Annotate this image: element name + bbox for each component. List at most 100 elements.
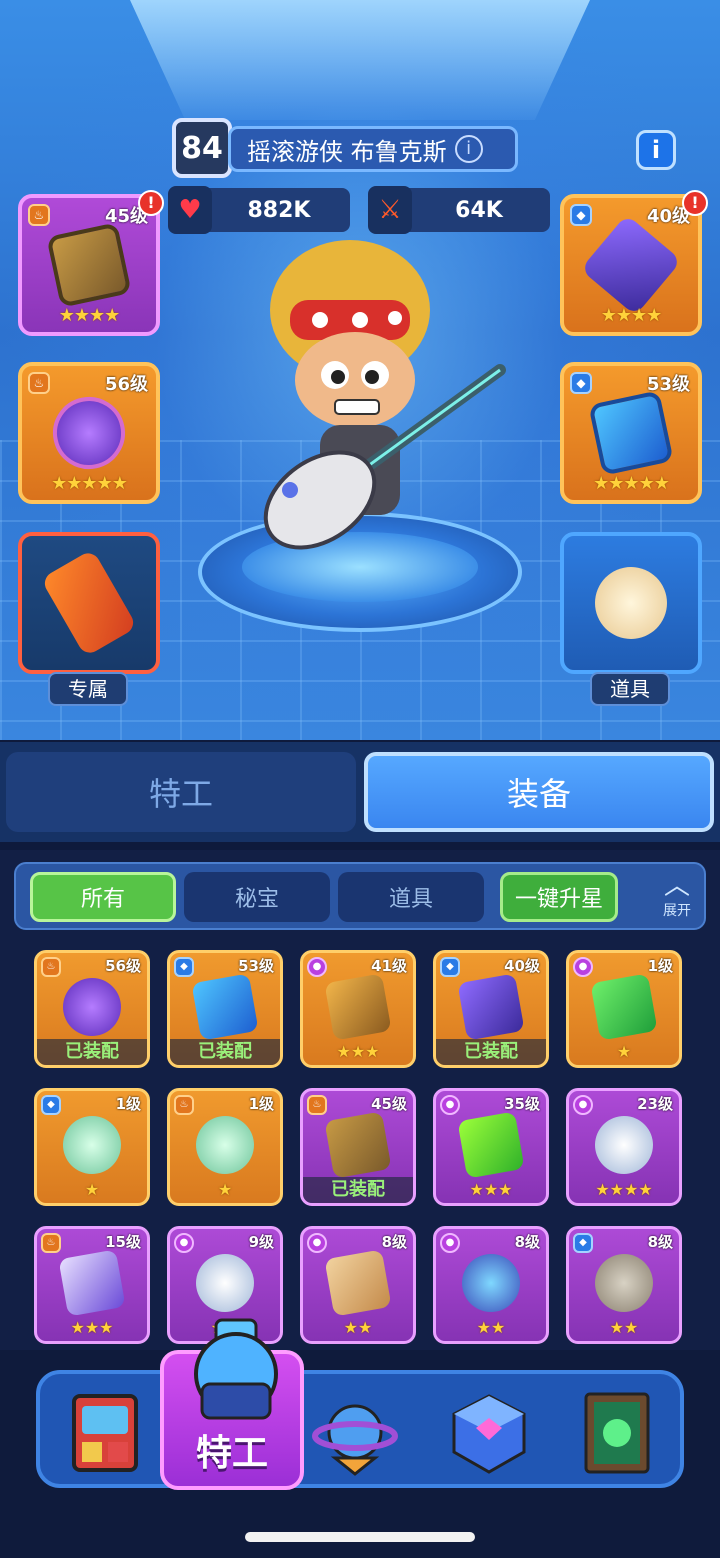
item-art-icon [58,1249,126,1317]
item-level: 56级 [105,957,141,975]
inventory-item[interactable]: ◆ 8级 ★★ [566,1226,682,1344]
inventory-item[interactable]: ● 8级 ★★ [433,1226,549,1344]
main-tabs: 特工 装备 [0,742,720,842]
upgrade-all-button[interactable]: 一键升星 [500,872,618,922]
exclusive-label: 专属 [48,672,128,706]
inventory-item[interactable]: ● 8级 ★★ [300,1226,416,1344]
item-level: 8级 [514,1233,540,1251]
cube-icon [588,390,674,476]
hero-character[interactable] [250,230,510,550]
item-stars: ★★ [476,1318,506,1337]
orb-tag-icon: ● [573,957,593,977]
bell-sack-icon [595,567,667,639]
slot-prop[interactable] [560,532,702,674]
expand-button[interactable]: ︿ 展开 [652,872,702,926]
planet-icon [312,1404,398,1476]
orb-tag-icon: ● [307,957,327,977]
item-stars: ★★ [609,1318,639,1337]
item-stars: ★★★ [469,1180,513,1199]
orb-tag-icon: ● [573,1095,593,1115]
attack-stat: ⚔ 64K [368,186,550,234]
item-art-icon [191,973,259,1041]
equipped-badge: 已装配 [37,1039,147,1065]
flame-tag-icon: ♨ [41,957,61,977]
item-stars: ★★ [343,1318,373,1337]
hero-name-bar[interactable]: 摇滚游侠 布鲁克斯 i [228,126,518,172]
item-level: 45级 [371,1095,407,1113]
nav-planet[interactable] [310,1388,400,1478]
item-art-icon [590,973,658,1041]
slot-cube[interactable]: ◆ 53级 ★★★★★ [560,362,702,504]
flame-tag-icon: ♨ [41,1233,61,1253]
heart-icon: ♥ [168,186,212,234]
flame-tag-icon: ♨ [174,1095,194,1115]
inventory-item[interactable]: ♨ 56级已装配 [34,950,150,1068]
item-art-icon [457,1111,525,1179]
slot-treasure-book[interactable]: ♨ 45级 ★★★★ [18,194,160,336]
item-art-icon [324,1111,392,1179]
item-art-icon [191,1249,259,1317]
slot-orb-ring[interactable]: ♨ 56级 ★★★★★ [18,362,160,504]
alert-badge: ! [682,190,708,216]
flame-tag-icon: ♨ [307,1095,327,1115]
inventory-item[interactable]: ♨ 45级 已装配 [300,1088,416,1206]
filter-all[interactable]: 所有 [30,872,176,922]
info-circle-icon[interactable]: i [454,135,483,163]
item-art-icon [324,1249,392,1317]
item-stars: ★★★ [70,1318,114,1337]
orb-tag-icon: ● [174,1233,194,1253]
item-level: 9级 [248,1233,274,1251]
sword-icon: ⚔ [368,186,412,234]
item-stars: ★ [616,1042,632,1061]
shield-tag-icon: ◆ [440,957,460,977]
hero-name: 摇滚游侠 布鲁克斯 [247,137,447,166]
agent-capsule-icon [194,1318,278,1420]
inventory-item[interactable]: ● 35级 ★★★ [433,1088,549,1206]
slot-crystal[interactable]: ◆ 40级 ★★★★ [560,194,702,336]
arcade-machine-icon [72,1394,138,1472]
inventory-item[interactable]: ● 23级 ★★★★ [566,1088,682,1206]
item-level: 23级 [637,1095,673,1113]
nav-agent-active[interactable]: 特工 [160,1318,304,1490]
item-level: 35级 [504,1095,540,1113]
magic-cube-icon [452,1394,526,1474]
inventory-item[interactable]: ◆ 1级 ★ [34,1088,150,1206]
slot-stars: ★★★★★ [593,473,670,494]
inventory-item[interactable]: ◆ 40级 已装配 [433,950,549,1068]
flame-tag-icon: ♨ [28,372,50,394]
hero-showcase: 84 摇滚游侠 布鲁克斯 i ♥ 882K ⚔ 64K i ♨ 45级 ★★★★… [0,0,720,740]
bottom-nav: 特工 [0,1318,720,1558]
tab-equipment[interactable]: 装备 [364,752,714,832]
item-level: 1级 [248,1095,274,1113]
inventory-item[interactable]: ● 1级 ★ [566,950,682,1068]
crystal-icon [580,214,682,316]
filter-props[interactable]: 道具 [338,872,484,922]
prop-label: 道具 [590,672,670,706]
nav-portal[interactable] [572,1388,662,1478]
inventory-item[interactable]: ♨ 1级 ★ [167,1088,283,1206]
alert-badge: ! [138,190,164,216]
inventory-item[interactable]: ◆ 53级 已装配 [167,950,283,1068]
slot-level: 56级 [104,374,148,395]
slot-exclusive[interactable] [18,532,160,674]
inventory-item[interactable]: ● 41级 ★★★ [300,950,416,1068]
home-indicator[interactable] [245,1532,475,1542]
inventory-item[interactable]: ♨ 15级 ★★★ [34,1226,150,1344]
tab-agent[interactable]: 特工 [6,752,356,832]
shield-tag-icon: ◆ [174,957,194,977]
info-button[interactable]: i [636,130,676,170]
shield-tag-icon: ◆ [573,1233,593,1253]
item-level: 1级 [115,1095,141,1113]
orb-tag-icon: ● [307,1233,327,1253]
filter-treasure[interactable]: 秘宝 [184,872,330,922]
item-level: 15级 [105,1233,141,1251]
inventory-panel: 所有 秘宝 道具 一键升星 ︿ 展开 ♨ 56级已装配 ◆ 53级 已装配 ● 41级 ★★★… [0,850,720,1350]
orb-tag-icon: ● [440,1233,460,1253]
chevron-up-icon: ︿ [663,871,690,901]
nav-cube[interactable] [444,1388,534,1478]
item-art-icon [58,973,126,1041]
item-art-icon [191,1111,259,1179]
gem-ring-icon [46,390,132,476]
hp-stat: ♥ 882K [168,186,350,234]
nav-shop[interactable] [60,1388,150,1478]
